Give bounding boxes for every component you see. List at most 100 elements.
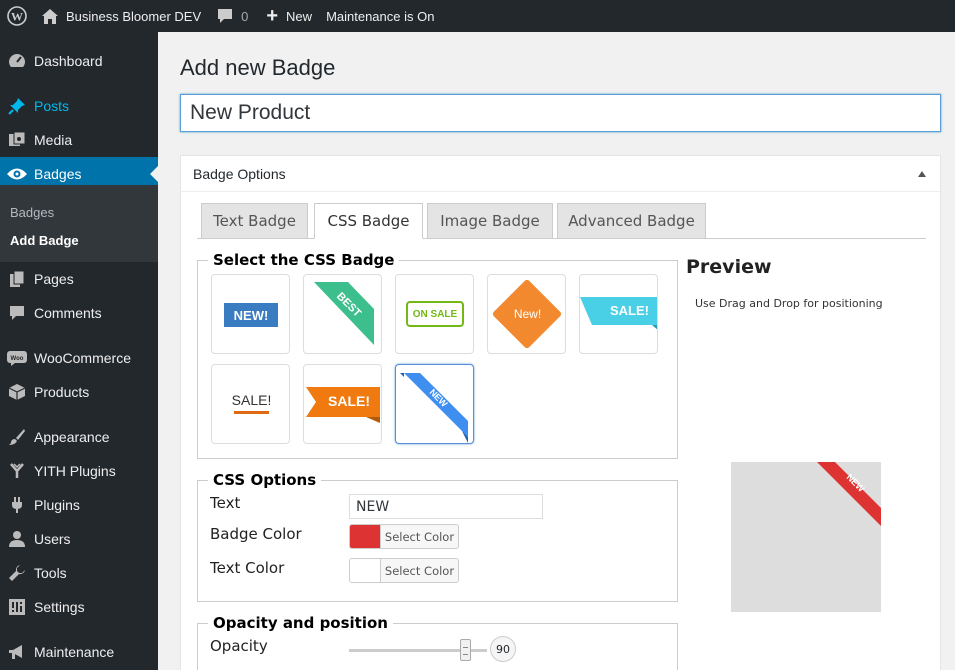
admin-bar: W Business Bloomer DEV 0 + New Maintenan… xyxy=(0,0,955,32)
eye-icon xyxy=(0,167,34,181)
opacity-legend: Opacity and position xyxy=(213,614,388,632)
text-color-label: Text Color xyxy=(210,559,285,577)
preview-title: Preview xyxy=(686,256,772,278)
sidebar-item-label: WooCommerce xyxy=(34,350,131,366)
sidebar-item-label: YITH Plugins xyxy=(34,463,116,479)
badge-text: SALE! xyxy=(610,303,649,318)
maintenance-status-link[interactable]: Maintenance is On xyxy=(326,0,434,32)
tab-image-badge[interactable]: Image Badge xyxy=(427,203,553,239)
sidebar-item-appearance[interactable]: Appearance xyxy=(0,420,158,454)
badges-submenu: Badges Add Badge xyxy=(0,185,158,262)
yith-icon xyxy=(0,462,34,480)
badge-text: ON SALE xyxy=(412,308,458,320)
megaphone-icon xyxy=(0,643,34,661)
pin-icon xyxy=(0,97,34,115)
sidebar-item-settings[interactable]: Settings xyxy=(0,590,158,624)
comments-count: 0 xyxy=(241,8,249,24)
opacity-slider-handle[interactable] xyxy=(460,639,471,661)
sidebar-item-maintenance[interactable]: Maintenance xyxy=(0,635,158,669)
submenu-item-add-badge[interactable]: Add Badge xyxy=(10,233,79,248)
collapse-arrow-icon[interactable] xyxy=(918,171,926,177)
admin-sidebar: Dashboard Posts Media Badges Badges Add … xyxy=(0,32,158,670)
badge-text: SALE! xyxy=(328,393,370,409)
svg-text:W: W xyxy=(11,10,23,24)
opacity-label: Opacity xyxy=(210,637,268,655)
wrench-icon xyxy=(0,564,34,582)
tab-advanced-badge[interactable]: Advanced Badge xyxy=(557,203,706,239)
sidebar-item-label: Media xyxy=(34,132,73,148)
sidebar-item-users[interactable]: Users xyxy=(0,522,158,556)
dashboard-icon xyxy=(0,52,34,70)
text-label: Text xyxy=(210,494,241,512)
sidebar-item-label: Tools xyxy=(34,565,67,581)
sidebar-item-label: Maintenance xyxy=(34,644,115,660)
sidebar-item-posts[interactable]: Posts xyxy=(0,89,158,123)
new-corner-ribbon-graphic xyxy=(400,373,468,443)
sidebar-item-comments[interactable]: Comments xyxy=(0,296,158,330)
postbox-title: Badge Options xyxy=(193,165,286,182)
plus-icon: + xyxy=(266,5,279,27)
tab-text-badge[interactable]: Text Badge xyxy=(201,203,308,239)
badge-color-swatch xyxy=(350,525,381,548)
media-icon xyxy=(0,131,34,149)
maintenance-label: Maintenance is On xyxy=(326,8,435,24)
tab-css-badge[interactable]: CSS Badge xyxy=(314,203,423,239)
site-name: Business Bloomer DEV xyxy=(66,8,202,24)
sidebar-item-label: Badges xyxy=(34,166,82,182)
css-options-legend: CSS Options xyxy=(213,471,317,489)
new-content-link[interactable]: + New xyxy=(266,0,312,32)
badge-text-input[interactable] xyxy=(349,494,543,519)
sidebar-item-label: Users xyxy=(34,531,71,547)
sidebar-item-label: Pages xyxy=(34,271,74,287)
badge-text: SALE! xyxy=(231,392,272,408)
css-badge-option-6[interactable]: SALE! xyxy=(211,364,290,444)
css-badge-option-7[interactable]: SALE! xyxy=(303,364,382,444)
svg-text:Woo: Woo xyxy=(11,356,24,362)
sidebar-item-label: Dashboard xyxy=(34,53,103,69)
sidebar-item-products[interactable]: Products xyxy=(0,375,158,409)
postbox-header[interactable]: Badge Options xyxy=(181,156,940,192)
submenu-item-badges[interactable]: Badges xyxy=(10,205,54,220)
css-badge-option-3[interactable]: ON SALE xyxy=(395,274,474,354)
plug-icon xyxy=(0,496,34,514)
preview-product-image: NEW xyxy=(731,462,881,612)
sidebar-item-label: Comments xyxy=(34,305,102,321)
sidebar-item-dashboard[interactable]: Dashboard xyxy=(0,44,158,78)
user-icon xyxy=(0,530,34,548)
sidebar-item-tools[interactable]: Tools xyxy=(0,556,158,590)
box-icon xyxy=(0,383,34,401)
text-color-picker[interactable]: Select Color xyxy=(349,558,459,583)
sidebar-item-woocommerce[interactable]: Woo WooCommerce xyxy=(0,341,158,375)
page-title: Add new Badge xyxy=(180,55,336,80)
comment-bubble-icon xyxy=(218,9,233,23)
sidebar-item-label: Products xyxy=(34,384,90,400)
css-badge-legend: Select the CSS Badge xyxy=(213,251,395,269)
css-badge-option-8[interactable]: NEW xyxy=(395,364,474,444)
site-name-link[interactable]: Business Bloomer DEV xyxy=(42,0,201,32)
comment-icon xyxy=(0,304,34,322)
sidebar-item-media[interactable]: Media xyxy=(0,123,158,157)
wordpress-logo-icon[interactable]: W xyxy=(2,0,32,32)
badge-color-label: Badge Color xyxy=(210,525,302,543)
settings-icon xyxy=(0,598,34,616)
badge-title-input[interactable] xyxy=(180,94,941,132)
badge-type-tabs: Text Badge CSS Badge Image Badge Advance… xyxy=(197,203,926,239)
sidebar-item-plugins[interactable]: Plugins xyxy=(0,488,158,522)
best-ribbon-graphic xyxy=(314,282,374,345)
home-icon xyxy=(42,8,58,24)
select-color-label: Select Color xyxy=(384,529,455,544)
sidebar-item-pages[interactable]: Pages xyxy=(0,262,158,296)
css-badge-option-1[interactable]: NEW! xyxy=(211,274,290,354)
sidebar-item-yith-plugins[interactable]: YITH Plugins xyxy=(0,454,158,488)
badge-color-picker[interactable]: Select Color xyxy=(349,524,459,549)
opacity-value: 90 xyxy=(490,636,516,662)
css-badge-option-5[interactable]: SALE! xyxy=(579,274,658,354)
pages-icon xyxy=(0,270,34,288)
preview-hint: Use Drag and Drop for positioning xyxy=(695,297,883,310)
text-color-swatch xyxy=(350,559,381,582)
css-badge-option-2[interactable]: BEST xyxy=(303,274,382,354)
comments-link[interactable]: 0 xyxy=(217,0,248,32)
sidebar-item-label: Appearance xyxy=(34,429,110,445)
badge-text: New! xyxy=(513,307,542,321)
css-badge-option-4[interactable]: New! xyxy=(487,274,566,354)
